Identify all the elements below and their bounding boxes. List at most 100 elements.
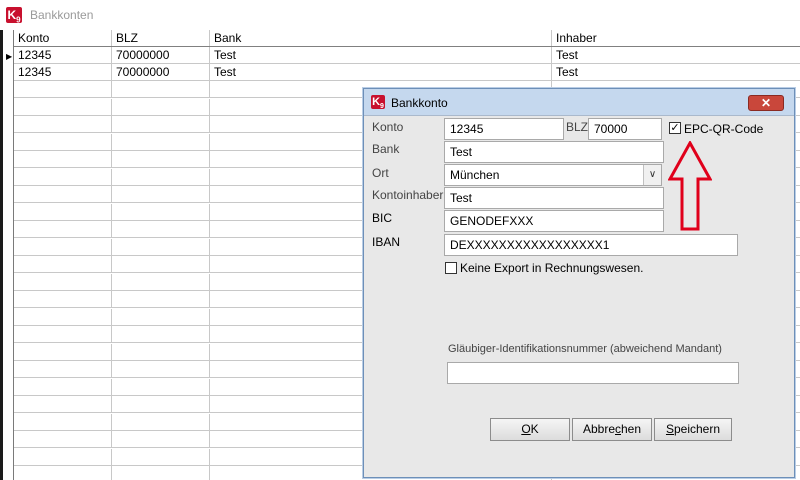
empty-cell[interactable] <box>14 291 112 308</box>
k9-app-icon: K9 <box>371 95 385 110</box>
epc-qr-code-checkbox[interactable]: ✓ <box>669 122 681 134</box>
ort-label: Ort <box>372 166 389 180</box>
empty-cell[interactable] <box>14 361 112 378</box>
empty-cell[interactable] <box>14 98 112 116</box>
empty-cell[interactable] <box>14 186 112 203</box>
empty-cell[interactable] <box>112 203 210 221</box>
chevron-down-icon[interactable]: ∨ <box>643 165 661 185</box>
cell-bank[interactable]: Test <box>210 47 552 64</box>
close-button[interactable]: ✕ <box>748 95 784 111</box>
glaeubiger-id-field[interactable] <box>447 362 739 384</box>
table-row[interactable]: 12345 70000000 Test Test <box>14 64 800 81</box>
empty-cell[interactable] <box>14 116 112 133</box>
empty-cell[interactable] <box>14 273 112 291</box>
empty-cell[interactable] <box>112 273 210 291</box>
grid-header: Konto BLZ Bank Inhaber <box>14 30 800 47</box>
kontoinhaber-field[interactable]: Test <box>444 187 664 209</box>
table-row[interactable]: 12345 70000000 Test Test <box>14 47 800 64</box>
ok-rest: K <box>530 422 539 436</box>
empty-cell[interactable] <box>112 221 210 238</box>
empty-cell[interactable] <box>14 151 112 168</box>
empty-cell[interactable] <box>14 466 112 480</box>
empty-cell[interactable] <box>14 448 112 466</box>
iban-field[interactable]: DEXXXXXXXXXXXXXXXXX1 <box>444 234 738 256</box>
cell-konto[interactable]: 12345 <box>14 47 112 64</box>
empty-cell[interactable] <box>14 343 112 361</box>
empty-cell[interactable] <box>112 291 210 308</box>
empty-cell[interactable] <box>112 396 210 413</box>
empty-cell[interactable] <box>112 466 210 480</box>
empty-cell[interactable] <box>112 413 210 431</box>
empty-cell[interactable] <box>14 378 112 396</box>
k9-app-icon: K9 <box>6 7 22 25</box>
empty-cell[interactable] <box>112 168 210 186</box>
cell-konto[interactable]: 12345 <box>14 64 112 81</box>
dialog-titlebar[interactable]: K9 Bankkonto ✕ <box>364 89 794 116</box>
empty-cell[interactable] <box>14 326 112 343</box>
empty-cell[interactable] <box>14 396 112 413</box>
column-header-blz[interactable]: BLZ <box>112 30 210 46</box>
column-header-konto[interactable]: Konto <box>14 30 112 46</box>
cell-inhaber[interactable]: Test <box>552 64 800 81</box>
blz-field[interactable]: 70000 <box>588 118 662 140</box>
empty-cell[interactable] <box>14 238 112 256</box>
empty-cell[interactable] <box>112 256 210 273</box>
row-indicator-column <box>0 30 14 480</box>
abbrechen-before: Abbre <box>582 422 615 436</box>
keine-export-label[interactable]: Keine Export in Rechnungswesen. <box>460 261 643 275</box>
blz-label: BLZ <box>566 120 589 134</box>
app-icon-letter: K <box>372 96 381 108</box>
empty-cell[interactable] <box>14 203 112 221</box>
empty-cell[interactable] <box>112 448 210 466</box>
empty-cell[interactable] <box>14 308 112 326</box>
empty-cell[interactable] <box>112 238 210 256</box>
empty-cell[interactable] <box>14 413 112 431</box>
empty-cell[interactable] <box>14 431 112 448</box>
empty-cell[interactable] <box>14 256 112 273</box>
annotation-arrow-up-icon <box>668 141 712 231</box>
empty-cell[interactable] <box>112 431 210 448</box>
close-icon: ✕ <box>760 96 772 110</box>
konto-field[interactable]: 12345 <box>444 118 564 140</box>
empty-cell[interactable] <box>112 378 210 396</box>
cell-inhaber[interactable]: Test <box>552 47 800 64</box>
empty-cell[interactable] <box>112 361 210 378</box>
bankkonten-window-titlebar: K9 Bankkonten <box>0 0 800 30</box>
bank-field[interactable]: Test <box>444 141 664 163</box>
bic-field[interactable]: GENODEFXXX <box>444 210 664 232</box>
empty-cell[interactable] <box>112 308 210 326</box>
empty-cell[interactable] <box>112 116 210 133</box>
empty-cell[interactable] <box>112 186 210 203</box>
cell-bank[interactable]: Test <box>210 64 552 81</box>
abbrechen-button[interactable]: Abbrechen <box>572 418 652 441</box>
checkmark-icon: ✓ <box>670 122 680 134</box>
column-header-bank[interactable]: Bank <box>210 30 552 46</box>
cell-blz[interactable]: 70000000 <box>112 47 210 64</box>
speichern-rest: peichern <box>673 422 721 436</box>
empty-cell[interactable] <box>14 168 112 186</box>
abbrechen-after: hen <box>621 422 642 436</box>
ok-mnemonic: O <box>521 422 531 436</box>
empty-cell[interactable] <box>112 81 210 98</box>
empty-cell[interactable] <box>14 81 112 98</box>
cell-blz[interactable]: 70000000 <box>112 64 210 81</box>
keine-export-checkbox[interactable] <box>445 262 457 274</box>
ok-button[interactable]: OK <box>490 418 570 441</box>
bankkonto-dialog: K9 Bankkonto ✕ Konto 12345 BLZ 70000 ✓ E… <box>363 88 795 478</box>
empty-cell[interactable] <box>14 221 112 238</box>
empty-cell[interactable] <box>112 343 210 361</box>
ort-select[interactable]: München <box>444 164 662 186</box>
empty-cell[interactable] <box>112 151 210 168</box>
empty-cell[interactable] <box>112 98 210 116</box>
iban-label: IBAN <box>372 235 401 249</box>
app-icon-sub: 9 <box>16 15 21 25</box>
speichern-button[interactable]: Speichern <box>654 418 732 441</box>
empty-cell[interactable] <box>112 326 210 343</box>
window-title: Bankkonten <box>30 8 94 22</box>
empty-cell[interactable] <box>14 133 112 151</box>
epc-qr-code-label[interactable]: EPC-QR-Code <box>684 122 763 136</box>
column-header-inhaber[interactable]: Inhaber <box>552 30 800 46</box>
bank-label: Bank <box>372 142 400 156</box>
empty-cell[interactable] <box>112 133 210 151</box>
dialog-title: Bankkonto <box>391 96 448 110</box>
